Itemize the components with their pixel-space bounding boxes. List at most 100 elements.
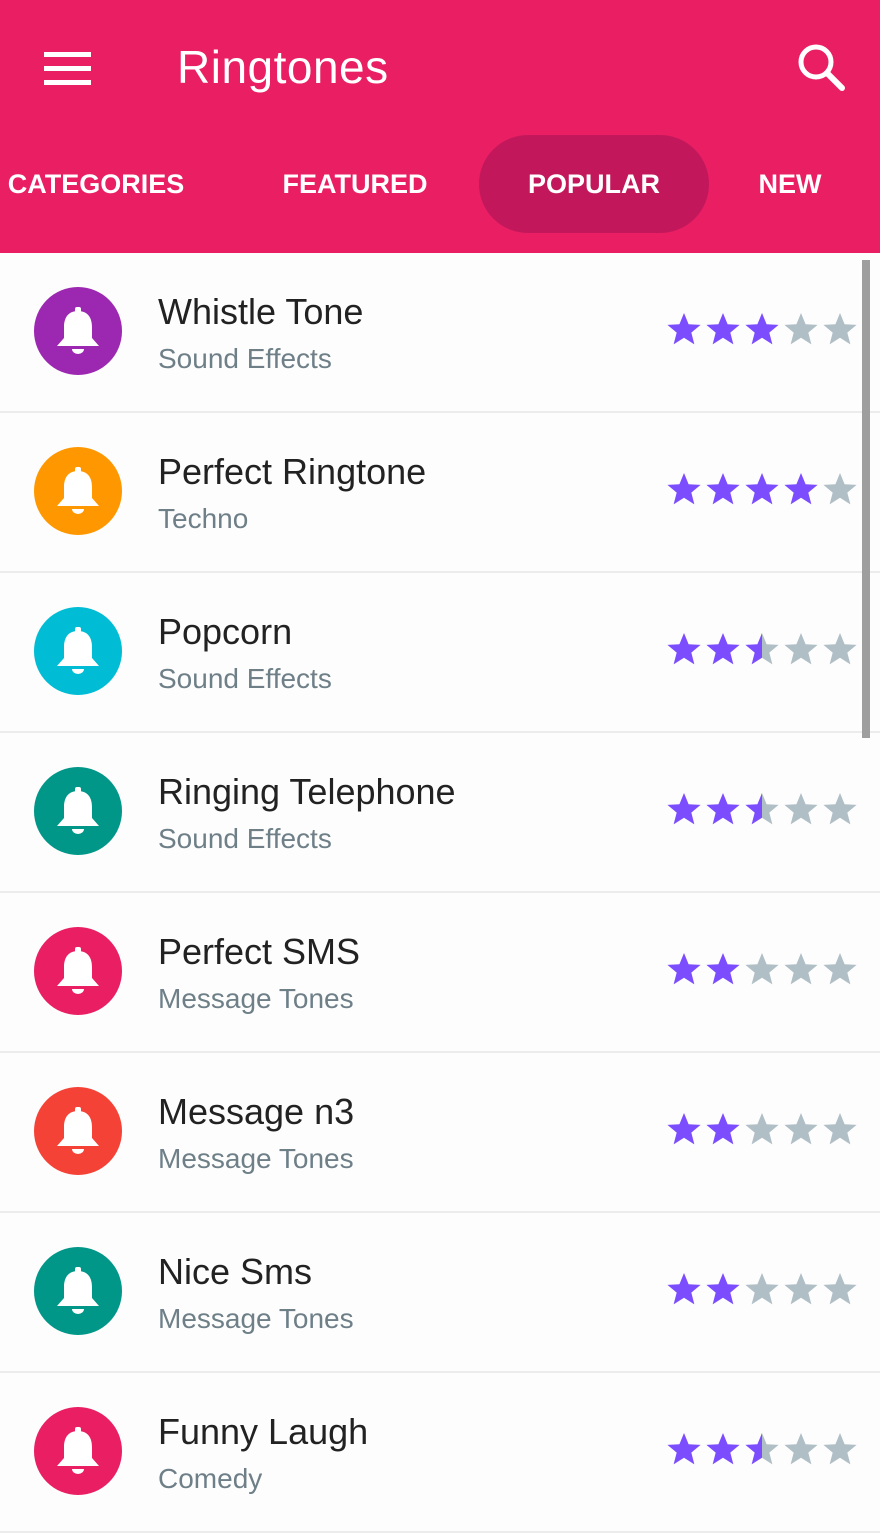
rating-stars <box>666 471 861 509</box>
star-icon <box>706 953 740 985</box>
star-icon <box>784 793 818 825</box>
star-icon <box>667 1433 701 1465</box>
ringtone-row[interactable]: Message n3 Message Tones <box>0 1053 880 1213</box>
ringtone-avatar <box>34 1407 122 1495</box>
ringtone-name: Whistle Tone <box>158 291 364 332</box>
app-title: Ringtones <box>177 41 389 93</box>
ringtone-category: Message Tones <box>158 1303 354 1334</box>
ringtone-row[interactable]: Nice Sms Message Tones <box>0 1213 880 1373</box>
bell-icon <box>57 947 99 994</box>
star-icon <box>706 1433 740 1465</box>
star-icon <box>784 633 818 665</box>
scrollbar[interactable] <box>862 260 870 738</box>
star-icon <box>784 1273 818 1305</box>
star-icon <box>745 633 779 665</box>
bell-icon <box>57 627 99 674</box>
star-icon <box>784 1433 818 1465</box>
star-icon <box>784 953 818 985</box>
bell-icon <box>57 307 99 354</box>
star-icon <box>706 473 740 505</box>
rating-stars <box>666 1111 861 1149</box>
bell-icon <box>57 1427 99 1474</box>
app-bar: Ringtones CATEGORIES FEATURED POPULAR NE… <box>0 0 880 253</box>
star-icon <box>823 313 857 345</box>
star-icon <box>823 1273 857 1305</box>
star-icon <box>745 473 779 505</box>
ringtone-row[interactable]: Perfect Ringtone Techno <box>0 413 880 573</box>
star-icon <box>667 633 701 665</box>
star-icon <box>745 953 779 985</box>
rating-stars <box>666 1271 861 1309</box>
star-icon <box>667 1273 701 1305</box>
ringtone-name: Funny Laugh <box>158 1411 369 1452</box>
star-icon <box>745 313 779 345</box>
rating-stars <box>666 1431 861 1469</box>
star-icon <box>745 793 779 825</box>
ringtone-category: Comedy <box>158 1463 263 1494</box>
ringtone-name: Nice Sms <box>158 1251 313 1292</box>
star-icon <box>706 793 740 825</box>
ringtone-row[interactable]: Perfect SMS Message Tones <box>0 893 880 1053</box>
ringtone-avatar <box>34 287 122 375</box>
menu-button[interactable] <box>44 50 92 86</box>
ringtone-avatar <box>34 1087 122 1175</box>
ringtone-category: Message Tones <box>158 983 354 1014</box>
bell-icon <box>57 1267 99 1314</box>
rating-stars <box>666 631 861 669</box>
star-icon <box>706 313 740 345</box>
ringtone-avatar <box>34 1247 122 1335</box>
star-icon <box>823 473 857 505</box>
ringtone-avatar <box>34 607 122 695</box>
ringtone-name: Perfect Ringtone <box>158 451 427 492</box>
star-icon <box>706 1113 740 1145</box>
ringtone-category: Sound Effects <box>158 343 332 374</box>
star-icon <box>823 633 857 665</box>
star-icon <box>823 793 857 825</box>
ringtone-row[interactable]: Whistle Tone Sound Effects <box>0 253 880 413</box>
star-icon <box>667 1113 701 1145</box>
ringtone-category: Sound Effects <box>158 823 332 854</box>
star-icon <box>784 1113 818 1145</box>
ringtone-row[interactable]: Ringing Telephone Sound Effects <box>0 733 880 893</box>
tab-new[interactable]: NEW <box>740 135 840 233</box>
star-icon <box>667 313 701 345</box>
ringtone-name: Message n3 <box>158 1091 355 1132</box>
tab-categories[interactable]: CATEGORIES <box>0 135 192 233</box>
ringtone-row[interactable]: Popcorn Sound Effects <box>0 573 880 733</box>
ringtone-category: Techno <box>158 503 249 534</box>
rating-stars <box>666 311 861 349</box>
star-icon <box>667 953 701 985</box>
star-icon <box>706 633 740 665</box>
ringtone-list: Whistle Tone Sound Effects Perfect Ringt… <box>0 253 880 1533</box>
bell-icon <box>57 787 99 834</box>
ringtone-avatar <box>34 767 122 855</box>
star-icon <box>823 953 857 985</box>
tab-bar: CATEGORIES FEATURED POPULAR NEW <box>0 135 880 233</box>
star-icon <box>706 1273 740 1305</box>
ringtone-name: Ringing Telephone <box>158 771 456 812</box>
star-icon <box>823 1113 857 1145</box>
tab-featured[interactable]: FEATURED <box>260 135 450 233</box>
search-icon <box>798 44 845 91</box>
star-icon <box>667 473 701 505</box>
bell-icon <box>57 1107 99 1154</box>
star-icon <box>745 1113 779 1145</box>
ringtone-category: Sound Effects <box>158 663 332 694</box>
menu-icon <box>44 52 91 57</box>
tab-popular[interactable]: POPULAR <box>479 135 709 233</box>
star-icon <box>784 313 818 345</box>
rating-stars <box>666 791 861 829</box>
bell-icon <box>57 467 99 514</box>
rating-stars <box>666 951 861 989</box>
search-button[interactable] <box>794 40 848 94</box>
ringtone-name: Popcorn <box>158 611 293 652</box>
star-icon <box>745 1273 779 1305</box>
ringtone-category: Message Tones <box>158 1143 354 1174</box>
star-icon <box>784 473 818 505</box>
ringtone-avatar <box>34 447 122 535</box>
ringtone-row[interactable]: Funny Laugh Comedy <box>0 1373 880 1533</box>
ringtone-avatar <box>34 927 122 1015</box>
star-icon <box>667 793 701 825</box>
star-icon <box>823 1433 857 1465</box>
ringtone-name: Perfect SMS <box>158 931 361 972</box>
